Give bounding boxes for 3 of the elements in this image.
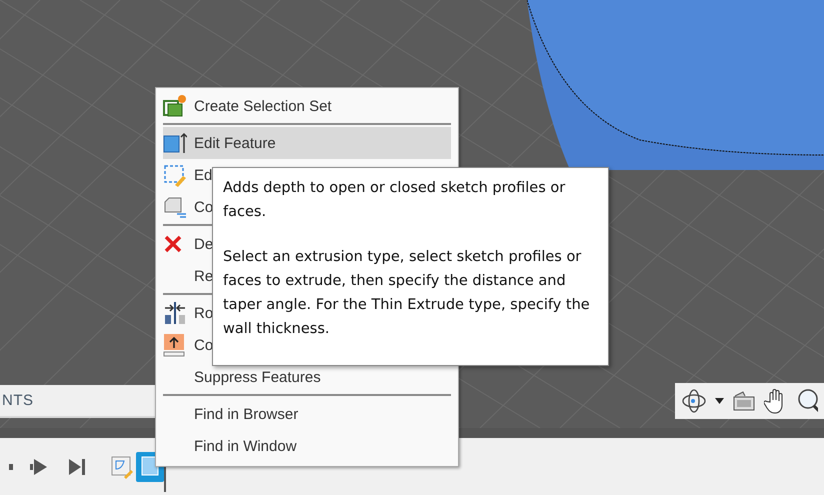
panel-title: NTS [2, 392, 34, 409]
tooltip-text: Adds depth to open or closed sketch profiles or faces. [223, 179, 566, 222]
tooltip-text: Select an extrusion type, select sketch profiles or faces to extrude, then specify the distance and taper angle. For the Thin Extrude type, specify the wall thickness. [223, 248, 591, 339]
